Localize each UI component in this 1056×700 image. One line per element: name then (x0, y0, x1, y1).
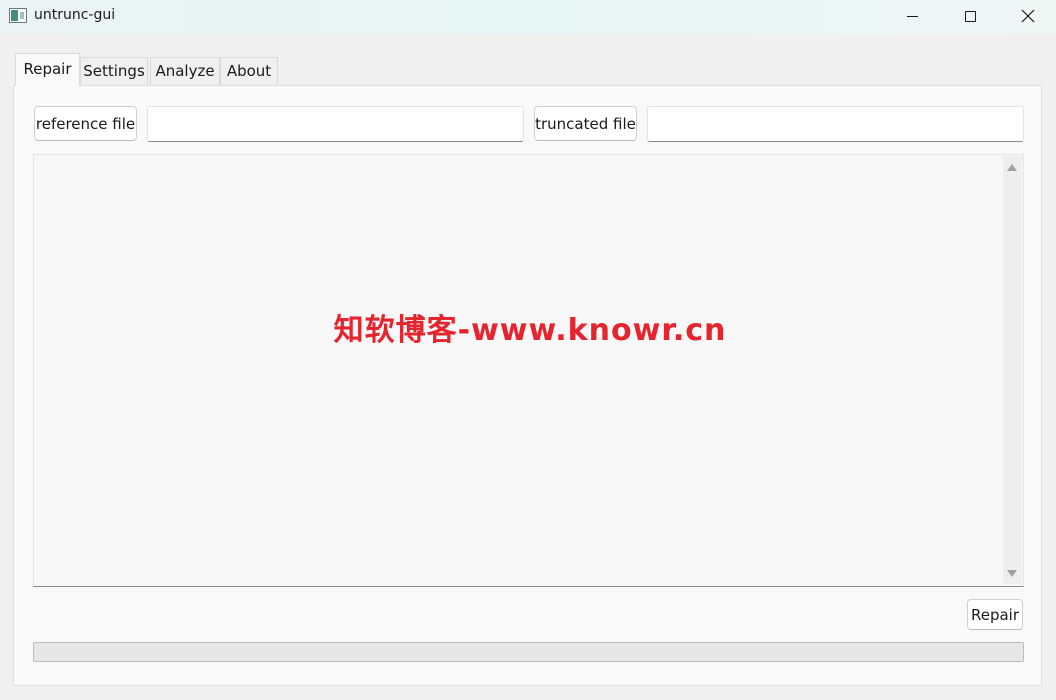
log-output[interactable] (33, 154, 1024, 587)
minimize-icon (906, 15, 918, 17)
title-bar: untrunc-gui (0, 0, 1056, 34)
maximize-button[interactable] (941, 0, 999, 32)
tab-repair[interactable]: Repair (15, 53, 80, 86)
maximize-icon (964, 10, 976, 22)
scroll-up-arrow-icon[interactable] (1007, 164, 1017, 171)
scroll-down-arrow-icon[interactable] (1007, 570, 1017, 577)
reference-file-button[interactable]: reference file (34, 106, 137, 141)
window-title: untrunc-gui (34, 7, 116, 23)
close-button[interactable] (999, 0, 1056, 32)
truncated-file-input[interactable] (647, 106, 1024, 142)
log-scrollbar[interactable] (1003, 156, 1022, 584)
truncated-file-button[interactable]: truncated file (534, 106, 637, 141)
close-icon (1021, 9, 1035, 23)
app-window-icon (9, 8, 27, 23)
repair-button[interactable]: Repair (967, 599, 1023, 630)
watermark-text: 知软博客-www.knowr.cn (333, 313, 727, 348)
tab-analyze[interactable]: Analyze (150, 57, 220, 85)
tab-about[interactable]: About (220, 57, 278, 85)
minimize-button[interactable] (883, 0, 941, 32)
repair-progress-bar (33, 642, 1024, 662)
reference-file-input[interactable] (147, 106, 524, 142)
tab-settings[interactable]: Settings (80, 57, 148, 85)
